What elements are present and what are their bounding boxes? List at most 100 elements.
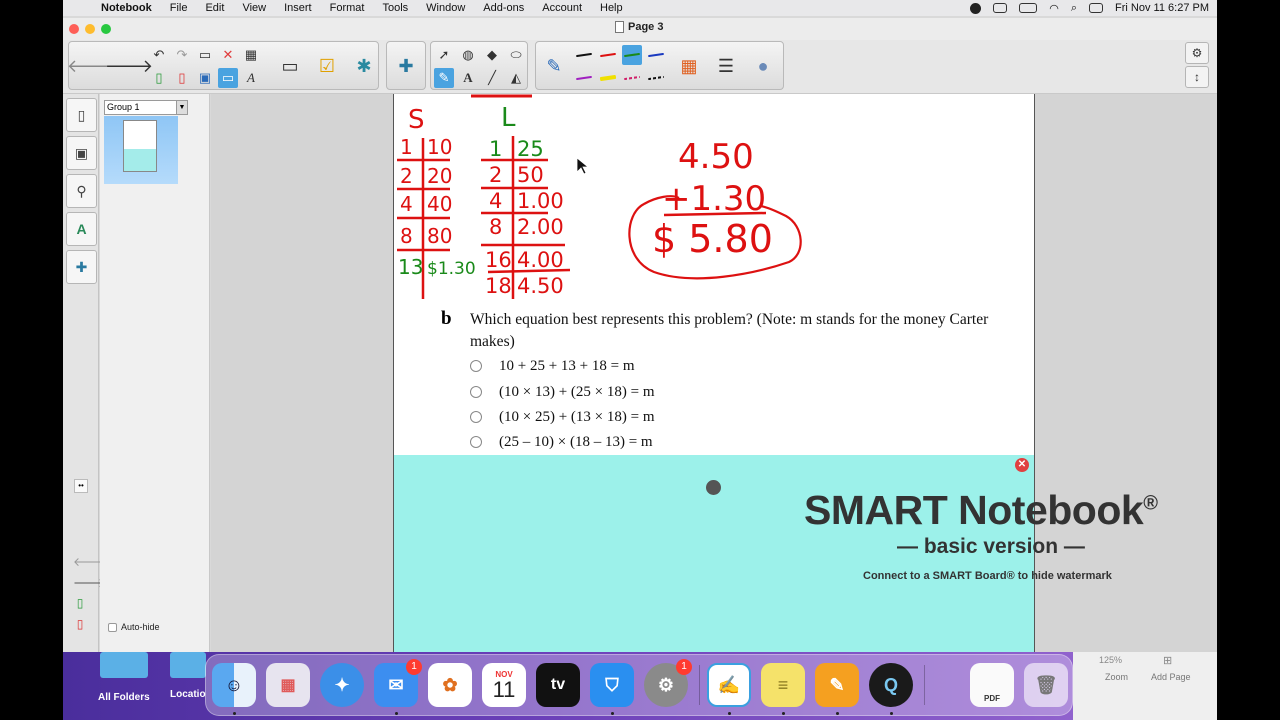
menu-add-ons[interactable]: Add-ons [483,2,524,14]
answer-radio-2[interactable] [470,386,482,398]
color-palette-icon[interactable]: ▦ [671,48,707,84]
group-dropdown-icon[interactable]: ▼ [176,100,188,115]
spotlight-search-icon[interactable]: ⌕ [1071,2,1077,15]
undo-icon[interactable]: ↶ [149,45,169,65]
delete-icon[interactable]: ✕ [218,45,238,65]
trash-icon[interactable]: 🗑 [1024,663,1068,707]
record-icon[interactable] [970,2,982,14]
add-page-small-icon[interactable]: ▯ [73,596,87,610]
widget-icon[interactable]: ✱ [346,48,382,84]
add-page-icon[interactable]: ▯ [149,68,169,88]
menu-app-name[interactable]: Notebook [101,2,152,14]
response-check-icon[interactable]: ☑ [309,48,345,84]
save-icon[interactable]: ▣ [195,68,215,88]
page-thumbnail-selected[interactable] [104,116,178,184]
properties-tab-icon[interactable]: A [66,212,97,246]
desktop-folder-label-2[interactable]: Locatio [170,689,206,700]
pen-style-pink-dashed[interactable] [622,68,642,88]
folder-icon-2[interactable] [170,652,206,678]
pen-type-icon[interactable]: ✎ [536,48,572,84]
pen-style-red[interactable] [598,45,618,65]
open-file-icon[interactable]: ▭ [195,45,215,65]
toolbar-move-icon[interactable]: ↕ [1185,66,1209,88]
redo-icon[interactable]: ↷ [172,45,192,65]
pen-style-black[interactable] [574,45,594,65]
answer-radio-3[interactable] [470,411,482,423]
close-watermark-icon[interactable]: ✕ [1015,458,1029,472]
settings-gear-icon[interactable]: ⚙ [1185,42,1209,64]
attachments-tab-icon[interactable]: ⚲ [66,174,97,208]
control-center-icon[interactable] [1089,3,1104,13]
desktop-folder-label[interactable]: All Folders [98,692,150,703]
pdf-document-icon[interactable]: PDF [970,663,1014,707]
pen-style-dashed-black[interactable] [646,68,666,88]
fill-icon[interactable]: ⬭ [506,45,526,65]
group-select[interactable]: Group 1 [104,100,177,115]
menu-help[interactable]: Help [600,2,623,14]
zoom-value[interactable]: 125% [1099,655,1122,665]
screen-share-icon[interactable] [993,3,1008,13]
close-window-button[interactable] [69,24,79,34]
transparency-icon[interactable]: ● [745,48,781,84]
menu-view[interactable]: View [242,2,266,14]
smart-notebook-icon[interactable]: ✍ [707,663,751,707]
auto-hide-checkbox[interactable] [108,622,117,632]
answer-radio-1[interactable] [470,360,482,372]
addons-tab-icon[interactable]: ✚ [66,250,97,284]
calendar-icon[interactable]: NOV 11 [482,663,526,707]
delete-page-small-icon[interactable]: ▯ [73,617,87,631]
answer-option-1[interactable]: 10 + 25 + 13 + 18 = m [470,355,635,377]
notes-icon[interactable]: ≡ [761,663,805,707]
answer-option-4[interactable]: (25 – 10) × (18 – 13) = m [470,431,653,453]
keynote-icon[interactable]: ⛉ [590,663,634,707]
wifi-icon[interactable]: ◠ [1049,2,1059,15]
pen-style-yellow[interactable] [598,68,618,88]
menu-insert[interactable]: Insert [284,2,312,14]
menu-window[interactable]: Window [426,2,465,14]
page-sorter-tab-icon[interactable]: ▯ [66,98,97,132]
quicktime-icon[interactable]: Q [869,663,913,707]
display-screen-icon[interactable]: ▭ [272,48,308,84]
screen-shade-icon[interactable]: ▭ [218,68,238,88]
pages-icon[interactable]: ✎ [815,663,859,707]
delete-page-icon[interactable]: ▯ [172,68,192,88]
menu-account[interactable]: Account [542,2,582,14]
menubar-clock[interactable]: Fri Nov 11 6:27 PM [1115,2,1209,14]
pen-style-purple[interactable] [574,68,594,88]
gallery-tab-icon[interactable]: ▣ [66,136,97,170]
battery-icon[interactable] [1019,3,1038,13]
addons-puzzle-icon[interactable]: ✚ [388,48,424,84]
collapse-sidebar-button[interactable]: •• [74,479,88,493]
previous-page-icon[interactable]: 🡐 [73,554,105,569]
text-tool-icon[interactable]: A [458,68,478,88]
line-tool-icon[interactable]: ╱ [482,68,502,88]
pens-icon[interactable]: ✎ [434,68,454,88]
text-size-icon[interactable]: A [241,68,261,88]
folder-icon[interactable] [100,652,148,678]
eraser-icon[interactable]: ◭ [506,68,526,88]
answer-radio-4[interactable] [470,436,482,448]
forward-arrow-icon[interactable]: 🡒 [105,48,153,84]
select-pointer-icon[interactable]: ➚ [434,45,454,65]
answer-option-2[interactable]: (10 × 13) + (25 × 18) = m [470,381,655,403]
minimize-window-button[interactable] [85,24,95,34]
pen-style-blue[interactable] [646,45,666,65]
apple-tv-icon[interactable]: tv [536,663,580,707]
page-thumbnail[interactable] [123,120,157,172]
photos-icon[interactable]: ✿ [428,663,472,707]
next-page-icon[interactable]: 🡒 [73,575,105,590]
back-arrow-icon[interactable]: 🡐 [67,48,115,84]
mail-icon[interactable]: ✉ 1 [374,659,422,707]
answer-option-3[interactable]: (10 × 25) + (13 × 18) = m [470,406,655,428]
eraser-shape-icon[interactable]: ◆ [482,45,502,65]
finder-icon[interactable]: ☺ [212,663,256,707]
launchpad-icon[interactable]: ▦ [266,663,310,707]
apple-menu-icon[interactable] [75,1,91,15]
auto-hide-toggle[interactable]: Auto-hide [108,622,160,632]
zoom-window-button[interactable] [101,24,111,34]
menu-edit[interactable]: Edit [205,2,224,14]
pen-style-green[interactable] [622,45,642,65]
menu-tools[interactable]: Tools [382,2,408,14]
menu-format[interactable]: Format [330,2,365,14]
system-settings-icon[interactable]: ⚙ 1 [644,659,692,707]
